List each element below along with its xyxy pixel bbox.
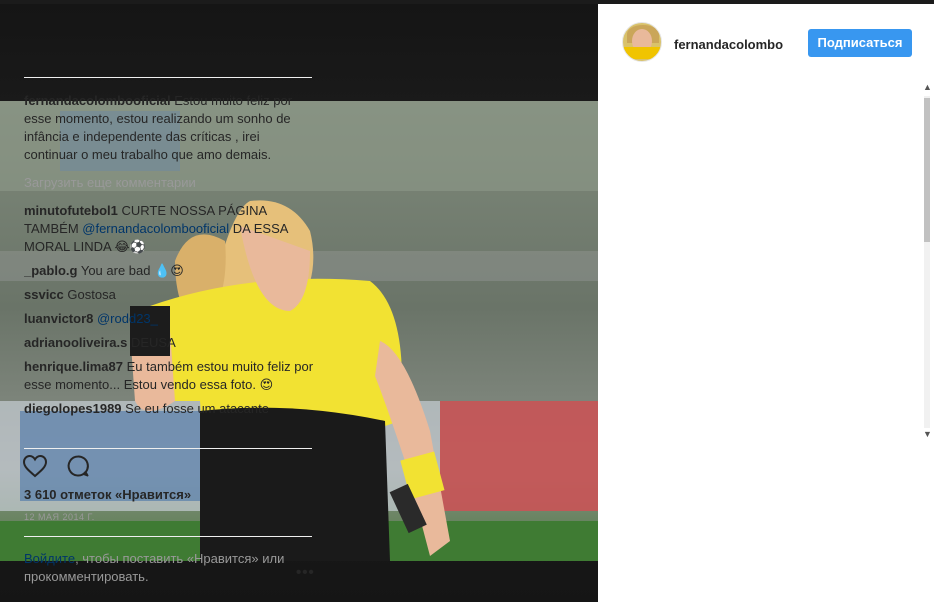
comment-text: You are bad 💧😍 [80,263,184,278]
comment-text: Gostosa [67,287,116,302]
scrollbar-thumb[interactable] [924,98,930,242]
username-link[interactable]: fernandacolombo [674,37,783,52]
caption: fernandacolombooficial Estou muito feliz… [24,92,314,164]
comment-username[interactable]: henrique.lima87 [24,359,123,374]
avatar-jersey [623,47,661,59]
footer-divider [24,536,312,537]
comment-username[interactable]: luanvictor8 [24,311,93,326]
likes-count[interactable]: 3 610 отметок «Нравится» [24,487,191,502]
comment: luanvictor8 @rodd23_ [24,310,314,328]
comment-mention[interactable]: @rodd23_ [97,311,158,326]
login-prompt: Войдите, чтобы поставить «Нравится» или … [24,550,286,586]
comments-list: fernandacolombooficial Estou muito feliz… [24,92,314,442]
login-link[interactable]: Войдите [24,551,75,566]
actions-divider [24,448,312,449]
comment-text: DEUSA [130,335,176,350]
comment-text: Se eu fosse um atacante [125,401,269,416]
comment: minutofutebol1 CURTE NOSSA PÁGINA TAMBÉM… [24,202,314,256]
comment-username[interactable]: ssvicc [24,287,64,302]
comment-username[interactable]: minutofutebol1 [24,203,118,218]
post-header: fernandacolombo Подписаться [598,4,934,82]
comment-username[interactable]: adrianooliveira.s [24,335,127,350]
scroll-down-arrow-icon[interactable]: ▼ [923,429,932,439]
scroll-up-arrow-icon[interactable]: ▲ [923,82,932,92]
heart-icon[interactable] [22,454,48,478]
comment: _pablo.g You are bad 💧😍 [24,262,314,280]
comments-scrollbar[interactable]: ▲ ▼ [920,82,934,444]
comment: ssvicc Gostosa [24,286,314,304]
caption-username[interactable]: fernandacolombooficial [24,93,171,108]
comment-mention[interactable]: @fernandacolombooficial [82,221,229,236]
load-more-comments-link[interactable]: Загрузить еще комментарии [24,174,314,192]
follow-button[interactable]: Подписаться [808,29,912,57]
post-date[interactable]: 12 МАЯ 2014 Г. [24,512,95,522]
comment-username[interactable]: _pablo.g [24,263,77,278]
post-side-panel: fernandacolombo Подписаться [598,4,934,602]
comment-username[interactable]: diegolopes1989 [24,401,122,416]
comment-bubble-icon[interactable] [66,454,90,478]
comment: henrique.lima87 Eu também estou muito fe… [24,358,314,394]
header-divider [24,77,312,78]
comment: adrianooliveira.s DEUSA [24,334,314,352]
more-options-icon[interactable]: ••• [296,564,315,581]
comment: diegolopes1989 Se eu fosse um atacante [24,400,314,418]
avatar[interactable] [622,22,662,62]
post-actions [22,454,104,484]
